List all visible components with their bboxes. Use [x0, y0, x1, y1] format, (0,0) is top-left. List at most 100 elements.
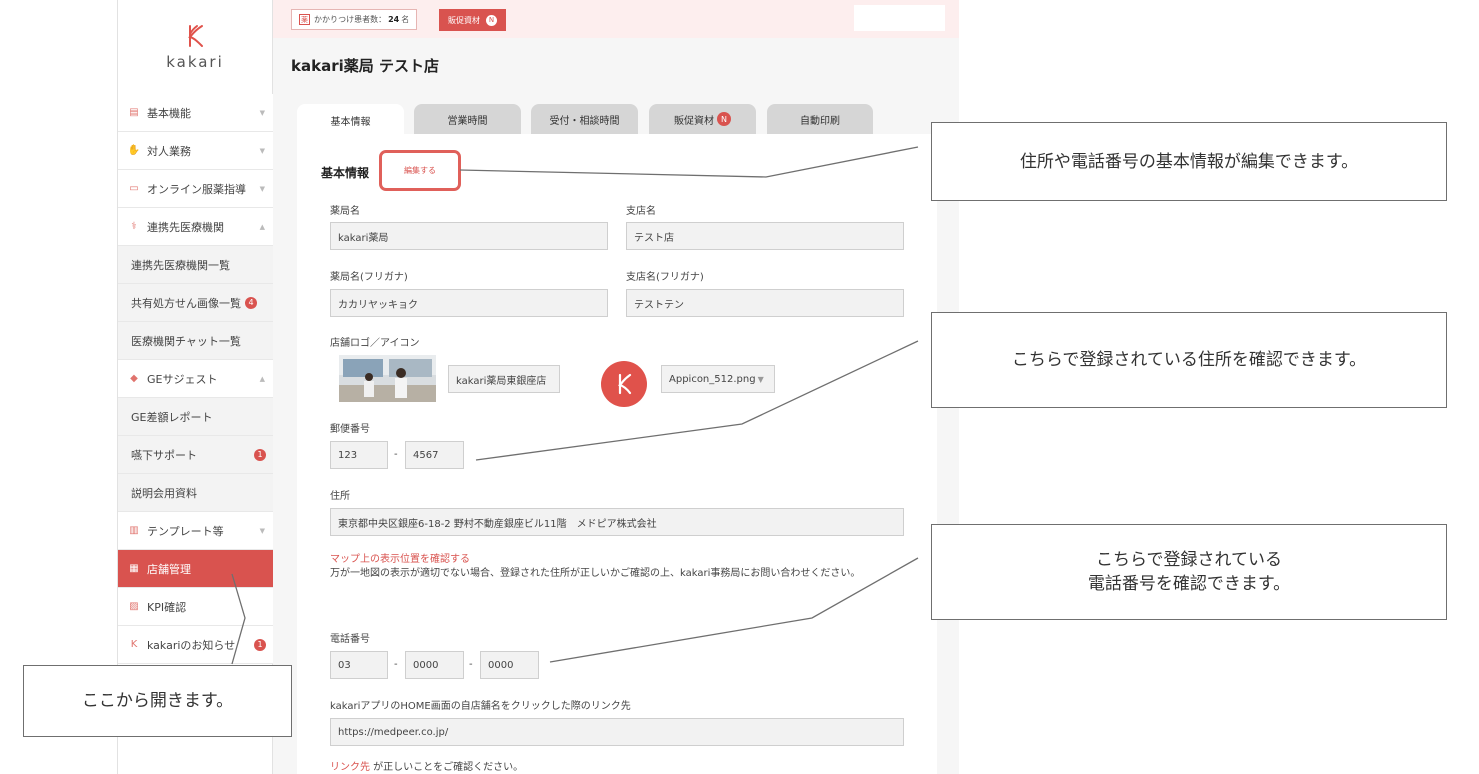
- pharmacy-name-field[interactable]: kakari薬局: [330, 222, 608, 250]
- tab-reception-hours[interactable]: 受付・相談時間: [531, 104, 638, 134]
- sidebar-item-interpersonal[interactable]: ✋ 対人業務 ▼: [118, 132, 273, 170]
- sidebar-item-label: kakariのお知らせ: [147, 638, 236, 652]
- postal-field-2[interactable]: 4567: [405, 441, 464, 469]
- logo-file-field[interactable]: kakari薬局東銀座店: [448, 365, 560, 393]
- callout-phone: こちらで登録されている 電話番号を確認できます。: [931, 524, 1447, 620]
- edit-button[interactable]: 編集する: [379, 150, 461, 191]
- sidebar-item-label: 共有処方せん画像一覧: [131, 296, 241, 310]
- app-icon-file: Appicon_512.png: [669, 373, 756, 385]
- sidebar-item-medical[interactable]: ⚕ 連携先医療機関 ▲: [118, 208, 273, 246]
- sidebar-item-label: GEサジェスト: [147, 372, 218, 386]
- sidebar-item-label: 連携先医療機関一覧: [131, 258, 230, 272]
- sidebar-item-medical-list[interactable]: 連携先医療機関一覧: [118, 246, 273, 284]
- chevron-down-icon: ▼: [259, 146, 265, 155]
- sidebar-item-templates[interactable]: ▥ テンプレート等 ▼: [118, 512, 273, 550]
- link-note: リンク先 が正しいことをご確認ください。: [330, 760, 523, 774]
- store-photo: [339, 355, 436, 402]
- section-title: 基本情報: [321, 166, 370, 180]
- sidebar-item-materials[interactable]: 説明会用資料: [118, 474, 273, 512]
- pharmacy-kana-label: 薬局名(フリガナ): [330, 272, 408, 283]
- sidebar-item-swallow[interactable]: 嚥下サポート 1: [118, 436, 273, 474]
- store-photo-image: [339, 355, 436, 402]
- pharmacy-name-label: 薬局名: [330, 206, 360, 217]
- branch-name-field[interactable]: テスト店: [626, 222, 904, 250]
- tab-label: 営業時間: [447, 115, 488, 127]
- sidebar-item-label: オンライン服薬指導: [147, 182, 246, 196]
- branch-name-label: 支店名: [626, 206, 656, 217]
- logo-label: 店舗ロゴ／アイコン: [330, 338, 420, 349]
- callout-open: ここから開きます。: [23, 665, 292, 737]
- sidebar-item-label: GE差額レポート: [131, 410, 213, 424]
- callout-edit: 住所や電話番号の基本情報が編集できます。: [931, 122, 1447, 201]
- sidebar-item-label: 連携先医療機関: [147, 220, 224, 234]
- kakari-logo[interactable]: kakari: [118, 0, 272, 94]
- phone-field-3[interactable]: 0000: [480, 651, 539, 679]
- map-note: 万が一地図の表示が適切でない場合、登録された住所が正しいかご確認の上、kakar…: [330, 568, 861, 579]
- chevron-down-icon: ▼: [757, 374, 764, 384]
- document-icon: ▤: [129, 107, 139, 118]
- kakari-icon: K: [130, 639, 138, 650]
- postal-field-1[interactable]: 123: [330, 441, 388, 469]
- tab-label: 自動印刷: [800, 115, 840, 127]
- branch-kana-field[interactable]: テストテン: [626, 289, 904, 317]
- hands-icon: ✋: [127, 145, 141, 156]
- chevron-down-icon: ▼: [259, 108, 265, 117]
- promo-materials-button[interactable]: 販促資材 N: [439, 9, 506, 31]
- phone-field-1[interactable]: 03: [330, 651, 388, 679]
- count-badge: 1: [254, 448, 266, 461]
- link-note-link[interactable]: リンク先: [330, 762, 370, 773]
- patient-count-value: 24: [388, 15, 400, 24]
- video-icon: ▭: [129, 183, 139, 194]
- page-title: kakari薬局 テスト店: [291, 57, 439, 75]
- address-label: 住所: [330, 491, 350, 502]
- sidebar-item-chat[interactable]: 医療機関チャット一覧: [118, 322, 273, 360]
- count-badge: 1: [254, 638, 266, 651]
- tab-label: 販促資材: [674, 115, 714, 127]
- basic-info-panel: 基本情報 編集する 薬局名 kakari薬局 支店名 テスト店 薬局名(フリガナ…: [297, 134, 937, 774]
- patient-count-unit: 名: [401, 15, 410, 24]
- template-icon: ▥: [129, 525, 139, 536]
- medicine-icon: 薬: [299, 14, 310, 25]
- sidebar-item-online[interactable]: ▭ オンライン服薬指導 ▼: [118, 170, 273, 208]
- sidebar-item-prescriptions[interactable]: 共有処方せん画像一覧 4: [118, 284, 273, 322]
- sidebar-item-label: 対人業務: [147, 144, 191, 158]
- callout-address: こちらで登録されている住所を確認できます。: [931, 312, 1447, 408]
- chevron-up-icon: ▲: [259, 222, 265, 231]
- link-note-text: が正しいことをご確認ください。: [370, 762, 524, 773]
- app-icon-select[interactable]: Appicon_512.png ▼: [661, 365, 775, 393]
- top-bar: 薬 かかりつけ患者数： 24 名 販促資材 N: [273, 0, 959, 38]
- sidebar-item-ge[interactable]: ◆ GEサジェスト ▲: [118, 360, 273, 398]
- sidebar-item-basic[interactable]: ▤ 基本機能 ▼: [118, 94, 273, 132]
- callout-phone-line2: 電話番号を確認できます。: [1087, 574, 1291, 594]
- tab-label: 受付・相談時間: [549, 115, 620, 127]
- branch-kana-label: 支店名(フリガナ): [626, 272, 704, 283]
- sidebar-item-store[interactable]: ▦ 店舗管理: [118, 550, 273, 588]
- tab-promo-materials[interactable]: 販促資材 N: [649, 104, 756, 134]
- sidebar-item-ge-report[interactable]: GE差額レポート: [118, 398, 273, 436]
- chevron-down-icon: ▼: [259, 184, 265, 193]
- sidebar-item-label: KPI確認: [147, 600, 187, 614]
- address-field[interactable]: 東京都中央区銀座6-18-2 野村不動産銀座ビル11階 メドピア株式会社: [330, 508, 904, 536]
- phone-field-2[interactable]: 0000: [405, 651, 464, 679]
- stethoscope-icon: ⚕: [131, 221, 137, 232]
- promo-label: 販促資材: [448, 15, 480, 25]
- account-area[interactable]: [854, 5, 945, 31]
- sidebar: kakari ▤ 基本機能 ▼ ✋ 対人業務 ▼ ▭ オンライン服薬指導 ▼ ⚕…: [117, 0, 273, 774]
- sidebar-item-label: 嚥下サポート: [131, 448, 197, 462]
- tab-business-hours[interactable]: 営業時間: [414, 104, 521, 134]
- sidebar-item-kpi[interactable]: ▨ KPI確認: [118, 588, 273, 626]
- pharmacy-kana-field[interactable]: カカリヤッキョク: [330, 289, 608, 317]
- postal-label: 郵便番号: [330, 424, 370, 435]
- sidebar-item-news[interactable]: K kakariのお知らせ 1: [118, 626, 273, 664]
- new-badge: N: [486, 14, 497, 26]
- tab-auto-print[interactable]: 自動印刷: [767, 104, 873, 134]
- tab-basic-info[interactable]: 基本情報: [297, 104, 404, 136]
- patient-count-badge[interactable]: 薬 かかりつけ患者数： 24 名: [291, 9, 418, 30]
- link-url-field[interactable]: https://medpeer.co.jp/: [330, 718, 904, 746]
- map-check-link[interactable]: マップ上の表示位置を確認する: [330, 550, 470, 565]
- chart-icon: ▨: [129, 601, 139, 612]
- sidebar-item-label: 基本機能: [147, 106, 191, 120]
- phone-dash-2: -: [469, 659, 473, 670]
- new-badge: N: [717, 112, 731, 126]
- chevron-down-icon: ▼: [259, 526, 265, 535]
